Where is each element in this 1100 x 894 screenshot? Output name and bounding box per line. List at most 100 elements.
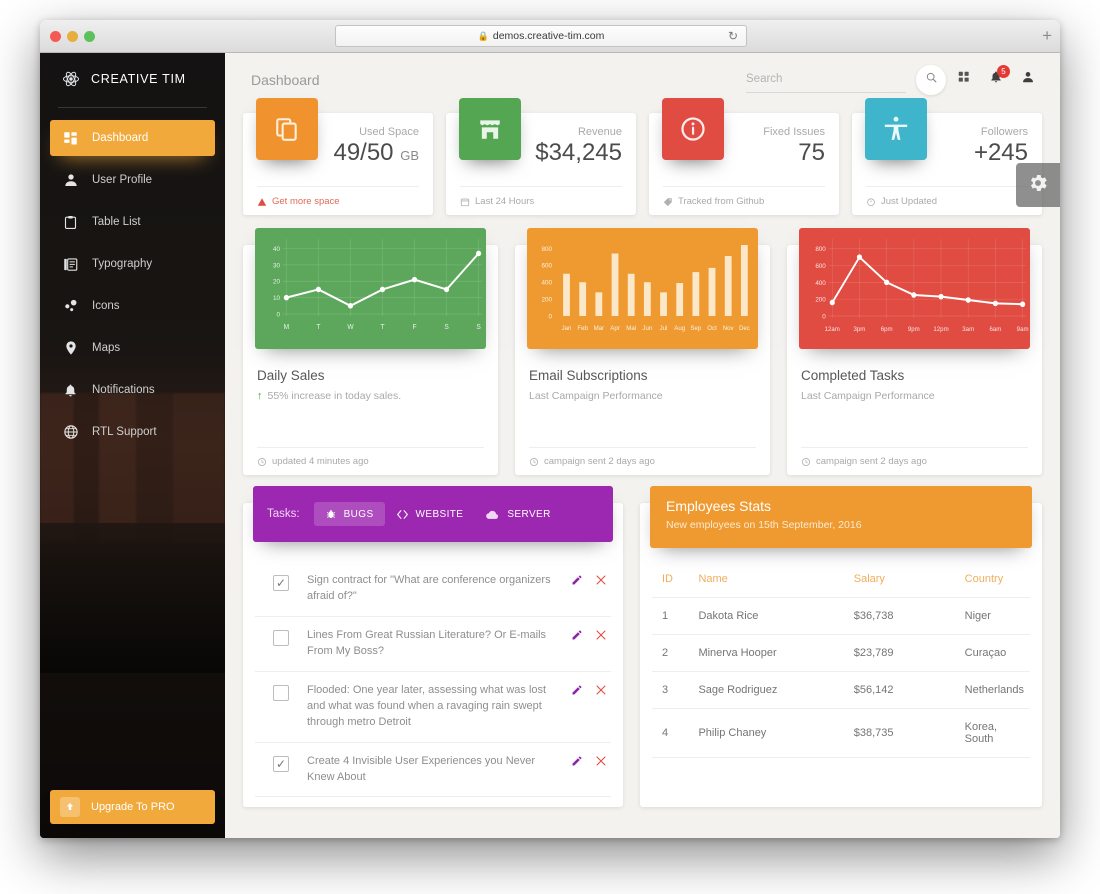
task-actions <box>571 629 607 641</box>
tab-bugs[interactable]: BUGS <box>313 502 385 526</box>
task-row: ✓ Sign contract for "What are conference … <box>255 562 611 617</box>
employees-panel-title: Employees Stats <box>666 498 772 514</box>
bell-icon <box>62 382 79 399</box>
minimize-window-button[interactable] <box>67 31 78 42</box>
table-row: 4 Philip Chaney $38,735 Korea, South <box>652 708 1030 758</box>
sidebar-item-label: Icons <box>92 300 120 312</box>
chart-title: Completed Tasks <box>801 368 905 383</box>
divider <box>529 447 756 448</box>
svg-text:Mai: Mai <box>626 325 636 332</box>
svg-text:400: 400 <box>815 280 826 287</box>
upgrade-to-pro-button[interactable]: Upgrade To PRO <box>50 790 215 824</box>
globe-icon <box>62 424 79 441</box>
sidebar-item-rtl-support[interactable]: RTL Support <box>50 414 215 450</box>
settings-fab-button[interactable] <box>1016 163 1060 207</box>
close-window-button[interactable] <box>50 31 61 42</box>
sidebar-item-icons[interactable]: Icons <box>50 288 215 324</box>
sidebar-item-dashboard[interactable]: Dashboard <box>50 120 215 156</box>
delete-task-button[interactable] <box>595 684 607 696</box>
svg-text:3am: 3am <box>962 326 974 333</box>
cell-salary: $36,738 <box>843 597 955 635</box>
task-checkbox[interactable] <box>273 684 289 701</box>
upgrade-label: Upgrade To PRO <box>91 801 175 813</box>
sidebar-nav: Dashboard User Profile Table List Typogr… <box>40 120 225 450</box>
task-checkbox[interactable]: ✓ <box>273 755 289 772</box>
top-navbar: Dashboard Search 5 <box>225 53 1060 106</box>
sidebar-item-table-list[interactable]: Table List <box>50 204 215 240</box>
svg-text:Jan: Jan <box>562 325 572 332</box>
account-button[interactable] <box>1014 66 1042 94</box>
apps-button[interactable] <box>950 66 978 94</box>
chart-footer-label: updated 4 minutes ago <box>272 456 369 467</box>
task-checkbox[interactable]: ✓ <box>273 575 289 591</box>
calendar-icon <box>460 197 470 207</box>
sidebar-item-notifications[interactable]: Notifications <box>50 372 215 408</box>
svg-text:F: F <box>413 324 417 331</box>
svg-text:0: 0 <box>822 313 826 320</box>
chart-subtitle: Last Campaign Performance <box>801 390 1028 402</box>
svg-text:800: 800 <box>541 246 552 253</box>
sidebar-item-typography[interactable]: Typography <box>50 246 215 282</box>
brand[interactable]: CREATIVE TIM <box>40 53 225 105</box>
stat-footer-label: Get more space <box>272 196 340 207</box>
maximize-window-button[interactable] <box>84 31 95 42</box>
chart-subtitle-label: 55% increase in today sales. <box>267 390 402 402</box>
cell-salary: $56,142 <box>843 671 955 709</box>
chart-footer: updated 4 minutes ago <box>257 456 369 467</box>
cloud-icon <box>485 507 500 522</box>
svg-text:6am: 6am <box>989 326 1001 333</box>
edit-task-button[interactable] <box>571 684 583 696</box>
typography-icon <box>62 256 79 273</box>
employees-panel-header: Employees Stats New employees on 15th Se… <box>650 486 1032 548</box>
divider <box>801 447 1028 448</box>
edit-task-button[interactable] <box>571 574 583 586</box>
stat-number: 49/50 <box>333 139 394 166</box>
stat-footer: Last 24 Hours <box>460 196 534 207</box>
cell-name: Minerva Hooper <box>688 634 844 672</box>
edit-task-button[interactable] <box>571 629 583 641</box>
chart-subtitle-label: Last Campaign Performance <box>801 390 935 402</box>
divider <box>460 186 622 187</box>
svg-text:Aug: Aug <box>674 325 685 332</box>
delete-task-button[interactable] <box>595 755 607 767</box>
search-button[interactable] <box>916 64 946 95</box>
task-checkbox[interactable] <box>273 629 289 646</box>
tab-website[interactable]: WEBSITE <box>385 502 475 527</box>
new-tab-button[interactable]: + <box>1042 27 1052 44</box>
tab-server[interactable]: SERVER <box>474 501 561 528</box>
reload-icon[interactable]: ↻ <box>728 29 738 43</box>
task-row: Lines From Great Russian Literature? Or … <box>255 617 611 672</box>
svg-text:S: S <box>444 324 449 331</box>
task-actions <box>571 755 607 767</box>
table-header-row: ID Name Salary Country <box>652 564 1030 598</box>
cell-salary: $38,735 <box>843 708 955 758</box>
brand-label: CREATIVE TIM <box>91 72 186 86</box>
divider <box>866 186 1028 187</box>
svg-text:40: 40 <box>273 246 280 253</box>
person-icon <box>62 172 79 189</box>
svg-text:400: 400 <box>541 279 552 286</box>
svg-text:12am: 12am <box>825 326 840 333</box>
info-circle-icon <box>662 98 724 160</box>
sidebar-item-label: RTL Support <box>92 426 157 438</box>
delete-task-button[interactable] <box>595 629 607 641</box>
sidebar-item-maps[interactable]: Maps <box>50 330 215 366</box>
notifications-button[interactable]: 5 <box>982 64 1010 94</box>
svg-text:200: 200 <box>815 296 826 303</box>
search-input[interactable] <box>746 66 906 93</box>
svg-text:S: S <box>476 324 481 331</box>
clipboard-icon <box>62 214 79 231</box>
stat-card-used-space: Used Space 49/50 GB Get more space <box>243 98 433 215</box>
chart-footer-label: campaign sent 2 days ago <box>816 456 927 467</box>
address-bar[interactable]: 🔒 demos.creative-tim.com ↻ <box>335 25 747 47</box>
column-header-country: Country <box>964 573 1004 585</box>
check-icon: ✓ <box>275 756 287 771</box>
sidebar-item-user-profile[interactable]: User Profile <box>50 162 215 198</box>
stat-footer-label: Tracked from Github <box>678 196 765 207</box>
delete-task-button[interactable] <box>595 574 607 586</box>
stat-footer[interactable]: Get more space <box>257 196 340 207</box>
stat-card-fixed-issues: Fixed Issues 75 Tracked from Github <box>649 98 839 215</box>
edit-task-button[interactable] <box>571 755 583 767</box>
table-row: 2 Minerva Hooper $23,789 Curaçao <box>652 634 1030 672</box>
svg-text:T: T <box>316 324 321 331</box>
